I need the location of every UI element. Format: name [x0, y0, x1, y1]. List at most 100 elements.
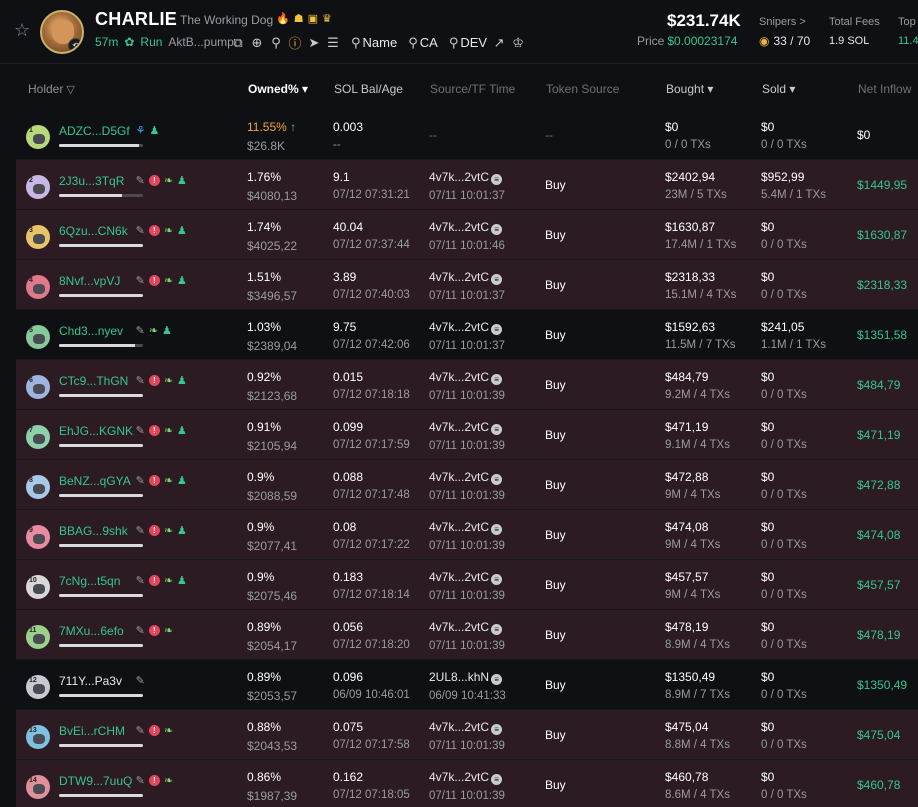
avatar[interactable]: 14 [26, 775, 50, 799]
holder-address[interactable]: Chd3...nyev [59, 324, 123, 338]
avatar[interactable]: 3 [26, 225, 50, 249]
avatar[interactable]: 6 [26, 375, 50, 399]
source-cell[interactable]: 4v7k...2vtC ≡ 07/11 10:01:39 [429, 420, 505, 452]
source-cell[interactable]: 4v7k...2vtC ≡ 07/11 10:01:39 [429, 370, 505, 402]
table-row[interactable]: 10 7cNg...t5qn ✎! ❧ ♟ 0.9% $2075,46 0.183 07/12 … [16, 560, 918, 610]
source-cell[interactable]: 2UL8...khN ≡ 06/09 10:41:33 [429, 670, 506, 702]
favorite-star-icon[interactable]: ☆ [14, 20, 30, 41]
avatar[interactable]: 2 [26, 175, 50, 199]
table-row[interactable]: 6 CTc9...ThGN ✎! ❧ ♟ 0.92% $2123,68 0.015 07/12 … [16, 360, 918, 410]
external-link-icon[interactable]: ↗ [492, 35, 506, 51]
filter-icon[interactable]: ▽ [66, 83, 74, 96]
source-cell[interactable]: 4v7k...2vtC ≡ 07/11 10:01:46 [429, 220, 505, 252]
col-owned[interactable]: Owned% ▾ [248, 82, 308, 96]
table-row[interactable]: 9 BBAG...9shk ✎! ❧ ♟ 0.9% $2077,41 0.08 07/12 07… [16, 510, 918, 560]
source-cell[interactable]: 4v7k...2vtC ≡ 07/11 10:01:37 [429, 270, 505, 302]
avatar[interactable]: 10 [26, 575, 50, 599]
table-row[interactable]: 4 8Nvf...vpVJ ✎! ❧ ♟ 1.51% $3496,57 3.89 07/12 0… [16, 260, 918, 310]
col-bought[interactable]: Bought ▾ [666, 82, 713, 96]
holder-address[interactable]: 6Qzu...CN6k [59, 224, 128, 238]
holder-address[interactable]: CTc9...ThGN [59, 374, 128, 388]
table-row[interactable]: 2 2J3u...3TqR ✎! ❧ ♟ 1.76% $4080,13 9.1 07/12 07… [16, 160, 918, 210]
source-cell[interactable]: 4v7k...2vtC ≡ 07/11 10:01:39 [429, 570, 505, 602]
avatar[interactable]: 8 [26, 475, 50, 499]
warning-icon[interactable]: ⓘ [288, 33, 302, 52]
col-sold[interactable]: Sold ▾ [762, 82, 795, 96]
source-address[interactable]: 4v7k...2vtC ≡ [429, 520, 505, 535]
source-address[interactable]: 4v7k...2vtC ≡ [429, 620, 505, 635]
edit-icon[interactable]: ✎ [136, 224, 145, 237]
avatar[interactable]: 7 [26, 425, 50, 449]
source-address[interactable]: 4v7k...2vtC ≡ [429, 270, 505, 285]
col-token-source[interactable]: Token Source [546, 82, 619, 96]
source-address[interactable]: 4v7k...2vtC ≡ [429, 370, 505, 385]
col-net[interactable]: Net Inflow [858, 82, 911, 96]
search-dev-button[interactable]: ⚲ DEV [449, 35, 487, 51]
edit-icon[interactable]: ✎ [136, 624, 145, 637]
table-row[interactable]: 12 711Y...Pa3v ✎ 0.89% $2053,57 0.096 06/09 10… [16, 660, 918, 710]
edit-icon[interactable]: ✎ [136, 574, 145, 587]
search-ca-button[interactable]: ⚲ CA [408, 35, 438, 51]
col-holder[interactable]: Holder ▽ [28, 82, 75, 96]
edit-icon[interactable]: ✎ [136, 274, 145, 287]
avatar[interactable]: 4 [26, 275, 50, 299]
edit-icon[interactable]: ✎ [136, 374, 145, 387]
source-address[interactable]: 4v7k...2vtC ≡ [429, 720, 505, 735]
col-sol[interactable]: SOL Bal/Age [334, 82, 403, 96]
list-icon[interactable]: ☰ [326, 35, 340, 51]
avatar[interactable]: 11 [26, 625, 50, 649]
person-icon[interactable]: ⚲ [269, 35, 283, 51]
source-address[interactable]: 2UL8...khN ≡ [429, 670, 506, 685]
holder-address[interactable]: BeNZ...qGYA [59, 474, 131, 488]
edit-icon[interactable]: ✎ [136, 524, 145, 537]
holder-address[interactable]: 711Y...Pa3v [59, 674, 122, 688]
table-row[interactable]: 7 EhJG...KGNK ✎! ❧ ♟ 0.91% $2105,94 0.099 07/12 … [16, 410, 918, 460]
source-address[interactable]: 4v7k...2vtC ≡ [429, 770, 505, 785]
source-address[interactable]: 4v7k...2vtC ≡ [429, 220, 505, 235]
telegram-icon[interactable]: ➤ [307, 35, 321, 51]
edit-icon[interactable]: ✎ [136, 674, 145, 687]
holder-address[interactable]: 8Nvf...vpVJ [59, 274, 120, 288]
table-row[interactable]: 13 BvEi...rCHM ✎! ❧ 0.88% $2043,53 0.075 07/12 … [16, 710, 918, 760]
source-cell[interactable]: 4v7k...2vtC ≡ 07/11 10:01:37 [429, 170, 505, 202]
edit-icon[interactable]: ✎ [136, 474, 145, 487]
avatar[interactable]: 13 [26, 725, 50, 749]
search-name-button[interactable]: ⚲ Name [351, 35, 397, 51]
source-cell[interactable]: 4v7k...2vtC ≡ 07/11 10:01:39 [429, 720, 505, 752]
source-address[interactable]: 4v7k...2vtC ≡ [429, 320, 505, 335]
avatar[interactable]: 12 [26, 675, 50, 699]
table-row[interactable]: 1 ADZC...D5Gf ⚘ ♟ 11.55% ↑ $26.8K 0.003 -- -- -- $… [16, 110, 918, 160]
token-address[interactable]: AktB...pump [168, 35, 233, 49]
col-source[interactable]: Source/TF Time [430, 82, 515, 96]
table-row[interactable]: 11 7MXu...6efo ✎! ❧ 0.89% $2054,17 0.056 07/12 … [16, 610, 918, 660]
source-cell[interactable]: 4v7k...2vtC ≡ 07/11 10:01:39 [429, 770, 505, 802]
source-cell[interactable]: 4v7k...2vtC ≡ 07/11 10:01:39 [429, 620, 505, 652]
holder-address[interactable]: DTW9...7uuQ [59, 774, 132, 788]
table-row[interactable]: 8 BeNZ...qGYA ✎! ❧ ♟ 0.9% $2088,59 0.088 07/12 0… [16, 460, 918, 510]
avatar[interactable]: 9 [26, 525, 50, 549]
table-row[interactable]: 3 6Qzu...CN6k ✎! ❧ ♟ 1.74% $4025,22 40.04 07/12 … [16, 210, 918, 260]
edit-icon[interactable]: ✎ [136, 424, 145, 437]
source-cell[interactable]: 4v7k...2vtC ≡ 07/11 10:01:37 [429, 320, 505, 352]
holder-address[interactable]: 7MXu...6efo [59, 624, 124, 638]
holder-address[interactable]: ADZC...D5Gf [59, 124, 130, 138]
holder-address[interactable]: BBAG...9shk [59, 524, 128, 538]
source-address[interactable]: 4v7k...2vtC ≡ [429, 420, 505, 435]
holder-address[interactable]: BvEi...rCHM [59, 724, 125, 738]
snipers-label[interactable]: Snipers > [759, 16, 806, 28]
copy-icon[interactable]: ⧉ [231, 35, 245, 51]
source-address[interactable]: 4v7k...2vtC ≡ [429, 470, 505, 485]
edit-icon[interactable]: ✎ [136, 774, 145, 787]
edit-icon[interactable]: ✎ [136, 724, 145, 737]
table-row[interactable]: 14 DTW9...7uuQ ✎! ❧ 0.86% $1987,39 0.162 07/12 … [16, 760, 918, 807]
holder-address[interactable]: 2J3u...3TqR [59, 174, 124, 188]
edit-icon[interactable]: ✎ [136, 324, 145, 337]
table-row[interactable]: 5 Chd3...nyev ✎ ❧ ♟ 1.03% $2389,04 9.75 07/12 07… [16, 310, 918, 360]
source-cell[interactable]: 4v7k...2vtC ≡ 07/11 10:01:39 [429, 470, 505, 502]
source-address[interactable]: 4v7k...2vtC ≡ [429, 170, 505, 185]
holder-address[interactable]: 7cNg...t5qn [59, 574, 120, 588]
crown-icon[interactable]: ♔ [511, 35, 525, 51]
avatar[interactable]: 5 [26, 325, 50, 349]
avatar[interactable]: 1 [26, 125, 50, 149]
source-address[interactable]: 4v7k...2vtC ≡ [429, 570, 505, 585]
